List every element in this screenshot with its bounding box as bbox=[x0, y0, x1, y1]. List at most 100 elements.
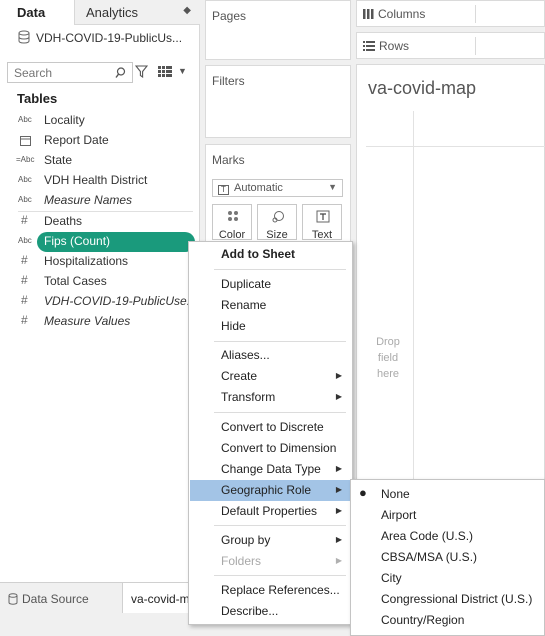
geo-role-country-region[interactable]: Country/Region bbox=[352, 609, 545, 630]
menu-label: Add to Sheet bbox=[221, 247, 295, 261]
field-total-cases[interactable]: # Total Cases bbox=[0, 272, 200, 292]
menu-label: Aliases... bbox=[221, 348, 270, 362]
size-button[interactable]: Size bbox=[257, 204, 297, 241]
sheet-tab-label: va-covid-map bbox=[131, 592, 192, 606]
pages-shelf[interactable]: Pages bbox=[205, 0, 351, 60]
menu-label: Convert to Discrete bbox=[221, 420, 324, 434]
menu-replace-references[interactable]: Replace References... bbox=[190, 580, 352, 601]
filters-shelf[interactable]: Filters bbox=[205, 65, 351, 138]
chevron-down-icon: ▼ bbox=[328, 182, 337, 192]
menu-create[interactable]: Create ▶ bbox=[190, 366, 352, 387]
menu-group-by[interactable]: Group by ▶ bbox=[190, 530, 352, 551]
mark-type-dropdown[interactable]: T Automatic ▼ bbox=[212, 179, 343, 197]
submenu-arrow-icon: ▶ bbox=[335, 535, 342, 544]
submenu-label: Area Code (U.S.) bbox=[381, 529, 474, 543]
calendar-icon bbox=[20, 136, 31, 146]
datasource-name: VDH-COVID-19-PublicUs... bbox=[36, 31, 183, 45]
field-fips-count[interactable]: Abc Fips (Count) bbox=[0, 232, 200, 252]
search-input[interactable] bbox=[8, 63, 108, 82]
field-label: Report Date bbox=[44, 133, 109, 147]
menu-label: Duplicate bbox=[221, 277, 272, 291]
color-dots-icon bbox=[228, 211, 238, 221]
string-type-icon: Abc bbox=[18, 115, 32, 124]
list-view-icon[interactable] bbox=[158, 66, 173, 77]
menu-label: Geographic Role bbox=[221, 483, 312, 497]
tab-analytics[interactable]: Analytics ◆ bbox=[74, 0, 200, 25]
field-measure-values[interactable]: # Measure Values bbox=[0, 312, 200, 332]
filters-title: Filters bbox=[212, 74, 245, 88]
database-icon bbox=[8, 593, 18, 605]
number-type-icon: # bbox=[21, 313, 28, 327]
menu-rename[interactable]: Rename bbox=[190, 295, 352, 316]
field-measure-names[interactable]: Abc Measure Names bbox=[0, 191, 200, 211]
field-record-count[interactable]: # VDH-COVID-19-PublicUse... bbox=[0, 292, 200, 312]
geo-role-none[interactable]: ● None bbox=[352, 483, 545, 504]
tab-data[interactable]: Data bbox=[0, 0, 74, 25]
field-locality[interactable]: Abc Locality bbox=[0, 111, 200, 131]
number-type-icon: # bbox=[21, 253, 28, 267]
menu-add-to-sheet[interactable]: Add to Sheet bbox=[190, 244, 352, 265]
menu-duplicate[interactable]: Duplicate bbox=[190, 274, 352, 295]
menu-change-data-type[interactable]: Change Data Type ▶ bbox=[190, 459, 352, 480]
columns-shelf[interactable]: Columns bbox=[356, 0, 545, 27]
menu-transform[interactable]: Transform ▶ bbox=[190, 387, 352, 408]
menu-label: Folders bbox=[221, 554, 262, 568]
submenu-arrow-icon: ▶ bbox=[335, 556, 342, 565]
drop-hint-line: here bbox=[376, 368, 400, 380]
menu-folders: Folders ▶ bbox=[190, 551, 352, 572]
submenu-arrow-icon: ▶ bbox=[335, 392, 342, 401]
rows-text: Rows bbox=[379, 39, 410, 53]
submenu-arrow-icon: ▶ bbox=[335, 371, 342, 380]
menu-describe[interactable]: Describe... bbox=[190, 601, 352, 622]
drop-hint-line: Drop bbox=[376, 336, 400, 348]
data-source-tab[interactable]: Data Source bbox=[0, 583, 122, 613]
text-icon bbox=[316, 210, 330, 223]
field-label: Fips (Count) bbox=[44, 234, 111, 248]
field-report-date[interactable]: Report Date bbox=[0, 131, 200, 151]
datasource-item[interactable]: VDH-COVID-19-PublicUs... bbox=[0, 26, 200, 54]
menu-convert-to-discrete[interactable]: Convert to Discrete bbox=[190, 417, 352, 438]
menu-label: Change Data Type bbox=[221, 462, 321, 476]
search-icon[interactable] bbox=[115, 67, 126, 79]
rows-shelf[interactable]: Rows bbox=[356, 32, 545, 59]
number-type-icon: # bbox=[21, 293, 28, 307]
menu-label: Default Properties bbox=[221, 504, 318, 518]
color-button[interactable]: Color bbox=[212, 204, 252, 241]
field-label: Deaths bbox=[44, 214, 83, 228]
geo-role-airport[interactable]: Airport bbox=[352, 504, 545, 525]
field-hospitalizations[interactable]: # Hospitalizations bbox=[0, 252, 200, 272]
filter-icon[interactable] bbox=[135, 65, 148, 78]
string-type-icon: Abc bbox=[18, 195, 32, 204]
field-deaths[interactable]: # Deaths bbox=[0, 212, 200, 232]
menu-label: Group by bbox=[221, 533, 271, 547]
submenu-arrow-icon: ▶ bbox=[335, 506, 342, 515]
geo-role-area-code[interactable]: Area Code (U.S.) bbox=[352, 525, 545, 546]
geo-role-congressional-district[interactable]: Congressional District (U.S.) bbox=[352, 588, 545, 609]
drop-field-hint[interactable]: Drop field here bbox=[368, 334, 408, 382]
menu-convert-to-dimension[interactable]: Convert to Dimension bbox=[190, 438, 352, 459]
chevron-down-icon[interactable]: ▼ bbox=[178, 66, 187, 76]
submenu-label: City bbox=[381, 571, 402, 585]
sheet-tab[interactable]: va-covid-map bbox=[122, 583, 192, 613]
menu-geographic-role[interactable]: Geographic Role ▶ bbox=[190, 480, 352, 501]
geo-role-city[interactable]: City bbox=[352, 567, 545, 588]
field-label: State bbox=[44, 153, 73, 167]
text-button[interactable]: Text bbox=[302, 204, 342, 241]
menu-hide[interactable]: Hide bbox=[190, 316, 352, 337]
shelf-divider bbox=[475, 5, 476, 23]
field-state[interactable]: =Abc State bbox=[0, 151, 200, 171]
columns-label: Columns bbox=[363, 7, 425, 21]
field-vdh-health-district[interactable]: Abc VDH Health District bbox=[0, 171, 200, 191]
size-label: Size bbox=[266, 229, 288, 241]
sheet-title[interactable]: va-covid-map bbox=[368, 78, 476, 99]
marks-title: Marks bbox=[212, 153, 245, 167]
search-field[interactable] bbox=[7, 62, 133, 83]
geo-role-cbsa-msa[interactable]: CBSA/MSA (U.S.) bbox=[352, 546, 545, 567]
pane-collapse-icon[interactable]: ◆ bbox=[183, 5, 191, 16]
geo-string-type-icon: =Abc bbox=[16, 155, 35, 164]
menu-default-properties[interactable]: Default Properties ▶ bbox=[190, 501, 352, 522]
menu-label: Create bbox=[221, 369, 258, 383]
menu-label: Replace References... bbox=[221, 583, 340, 597]
menu-aliases[interactable]: Aliases... bbox=[190, 345, 352, 366]
mark-type-value: Automatic bbox=[234, 182, 283, 194]
